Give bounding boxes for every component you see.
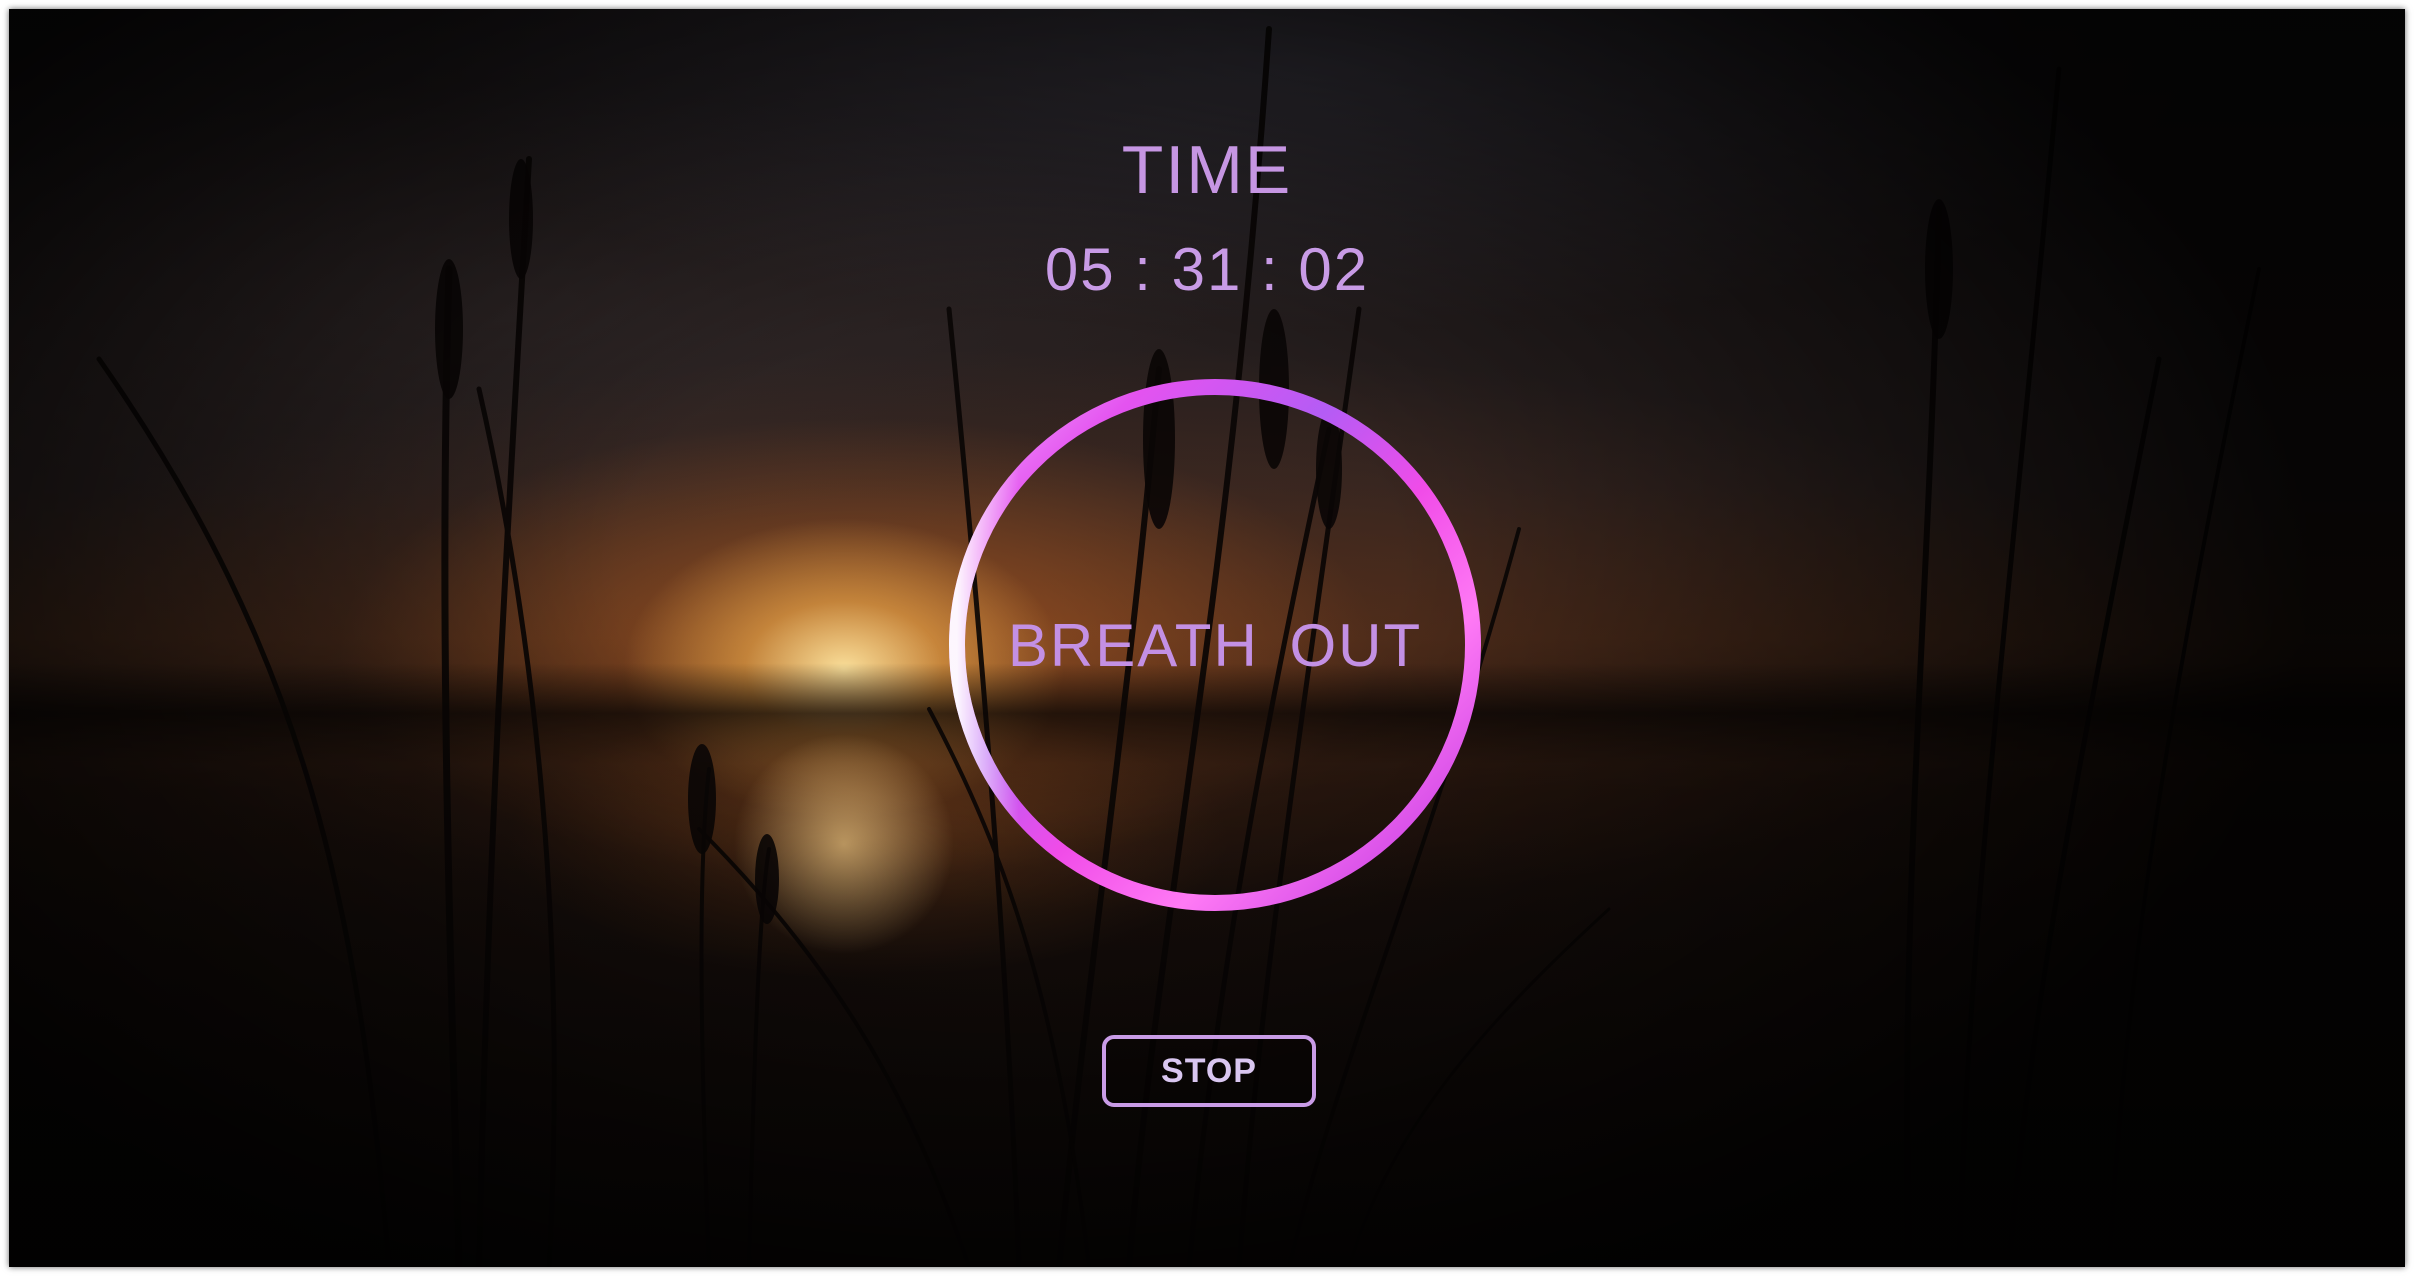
timer-value: 05 : 31 : 02 [1044,236,1370,303]
app-window: TIME 05 : 31 : 02 BREATH OUT STOP [9,9,2405,1267]
breath-instruction: BREATH OUT [1007,611,1423,679]
breathing-timer-screen: TIME 05 : 31 : 02 BREATH OUT STOP [9,9,2405,1267]
stop-button[interactable]: STOP [1102,1035,1316,1107]
timer-label: TIME [1121,132,1293,208]
